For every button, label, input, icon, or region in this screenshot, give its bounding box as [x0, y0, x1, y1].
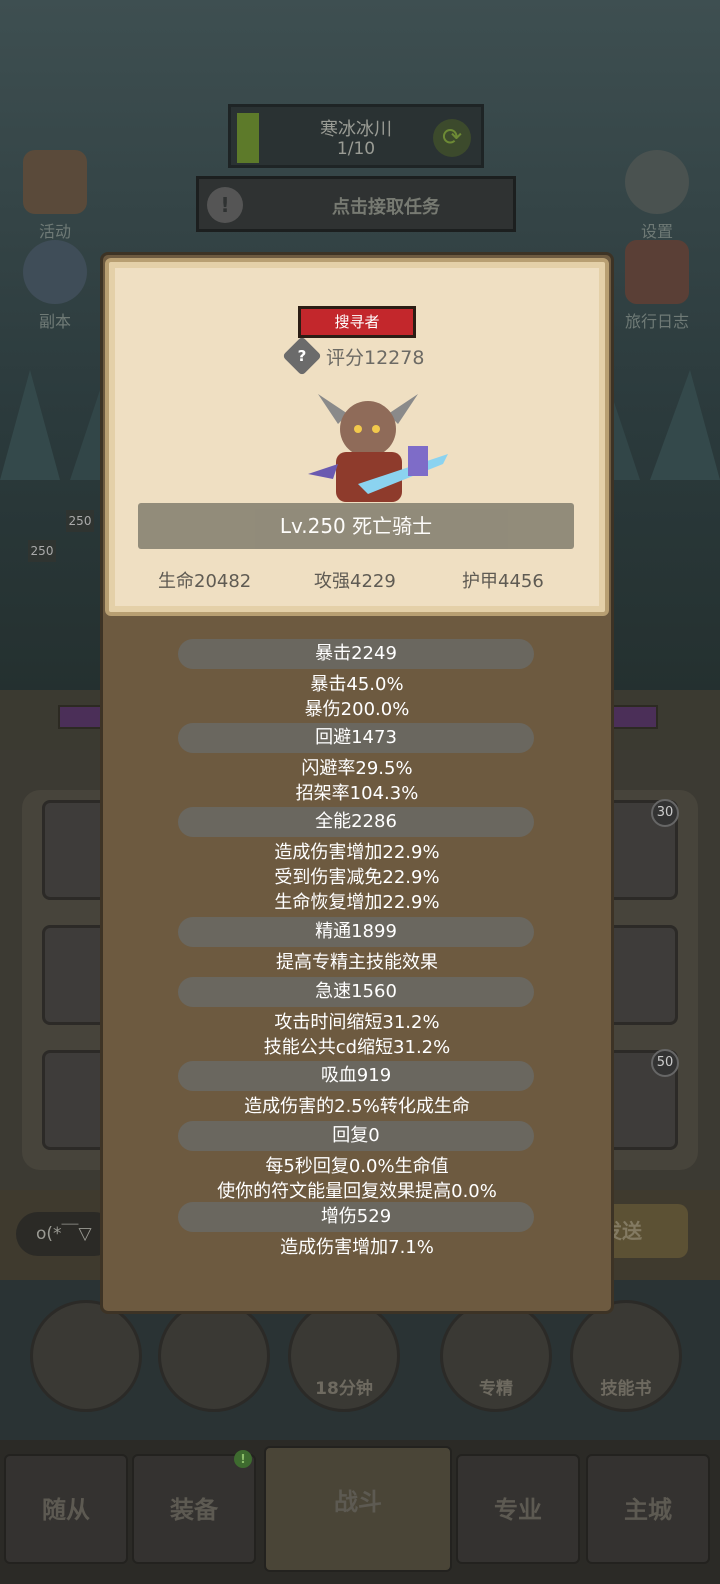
help-icon-glyph[interactable]: ?: [288, 342, 316, 370]
stage-progress-bar[interactable]: 寒冰冰川 1/10 ⟳: [228, 104, 484, 168]
specialization-button[interactable]: 专精: [440, 1300, 552, 1412]
stat-line: 每5秒回复0.0%生命值: [265, 1156, 449, 1177]
tab-followers-label: 随从: [42, 1496, 90, 1524]
stat-line: 招架率104.3%: [295, 783, 419, 804]
score-text: 评分12278: [326, 347, 425, 369]
stat-line: 闪避率29.5%: [301, 758, 413, 779]
travel-log-label: 旅行日志: [624, 312, 689, 331]
stat-line: 造成伤害的2.5%转化成生命: [244, 1096, 470, 1117]
event-icon: [23, 150, 87, 214]
tab-main-city-label: 主城: [624, 1496, 672, 1524]
chest-timer: 18分钟: [315, 1379, 373, 1399]
tab-battle-label: 战斗: [334, 1488, 382, 1516]
specialization-label: 专精: [479, 1379, 513, 1399]
potion-button[interactable]: [30, 1300, 142, 1412]
event-label: 活动: [38, 222, 71, 241]
stat-line: 技能公共cd缩短31.2%: [263, 1037, 451, 1058]
stat-header-damage-bonus: 增伤529: [178, 1202, 534, 1232]
character-name-bar: Lv.250 死亡骑士: [138, 503, 574, 549]
level-badge: 250: [28, 540, 56, 562]
bread-button[interactable]: [158, 1300, 270, 1412]
travel-log-button[interactable]: 旅行日志: [612, 240, 702, 332]
skill-book-label: 技能书: [600, 1379, 652, 1399]
stat-line: 提高专精主技能效果: [276, 952, 438, 973]
armor-stat: 护甲4456: [462, 571, 544, 592]
stat-line: 生命恢复增加22.9%: [274, 892, 440, 913]
skill-book-button[interactable]: 技能书: [570, 1300, 682, 1412]
stat-header-lifesteal: 吸血919: [178, 1061, 534, 1091]
tab-profession[interactable]: 专业: [456, 1454, 580, 1564]
stat-header-haste: 急速1560: [178, 977, 534, 1007]
stat-header-crit: 暴击2249: [178, 639, 534, 669]
dungeon-button[interactable]: 副本: [10, 240, 100, 332]
stat-line: 暴击45.0%: [310, 674, 404, 695]
tab-battle[interactable]: 战斗: [264, 1446, 452, 1572]
book-icon: [625, 240, 689, 304]
stat-line: 受到伤害减免22.9%: [274, 867, 440, 888]
refresh-icon[interactable]: ⟳: [433, 119, 471, 157]
stat-header-avoidance: 回避1473: [178, 723, 534, 753]
task-text: 点击接取任务: [332, 197, 440, 218]
dungeon-label: 副本: [38, 312, 71, 331]
stat-header-mastery: 精通1899: [178, 917, 534, 947]
slot-count-badge: 50: [651, 1049, 679, 1077]
stat-line: 暴伤200.0%: [304, 699, 410, 720]
exclamation-icon: !: [207, 187, 243, 223]
stat-line: 使你的符文能量回复效果提高0.0%: [217, 1181, 497, 1202]
settings-label: 设置: [640, 222, 673, 241]
stat-line: 造成伤害增加22.9%: [274, 842, 440, 863]
stat-header-regen: 回复0: [178, 1121, 534, 1151]
gear-icon: [625, 150, 689, 214]
class-badge: 搜寻者: [298, 306, 416, 338]
level-badge: 250: [66, 510, 94, 532]
bottom-tab-bar: 随从 装备 ! 战斗 专业 主城: [0, 1440, 720, 1584]
attack-power-stat: 攻强4229: [314, 571, 396, 592]
stat-header-versatility: 全能2286: [178, 807, 534, 837]
task-bar[interactable]: ! 点击接取任务: [196, 176, 516, 232]
event-button[interactable]: 活动: [10, 150, 100, 242]
tab-profession-label: 专业: [494, 1496, 542, 1524]
slot-count-badge: 30: [651, 799, 679, 827]
tab-followers[interactable]: 随从: [4, 1454, 128, 1564]
settings-button[interactable]: 设置: [612, 150, 702, 242]
dungeon-icon: [23, 240, 87, 304]
tab-equipment-label: 装备: [170, 1496, 218, 1524]
health-stat: 生命20482: [158, 571, 252, 592]
stat-line: 攻击时间缩短31.2%: [274, 1012, 440, 1033]
tab-main-city[interactable]: 主城: [586, 1454, 710, 1564]
chest-button[interactable]: 18分钟: [288, 1300, 400, 1412]
notification-badge: !: [234, 1450, 252, 1468]
tab-equipment[interactable]: 装备 !: [132, 1450, 256, 1564]
stat-line: 造成伤害增加7.1%: [280, 1237, 434, 1258]
